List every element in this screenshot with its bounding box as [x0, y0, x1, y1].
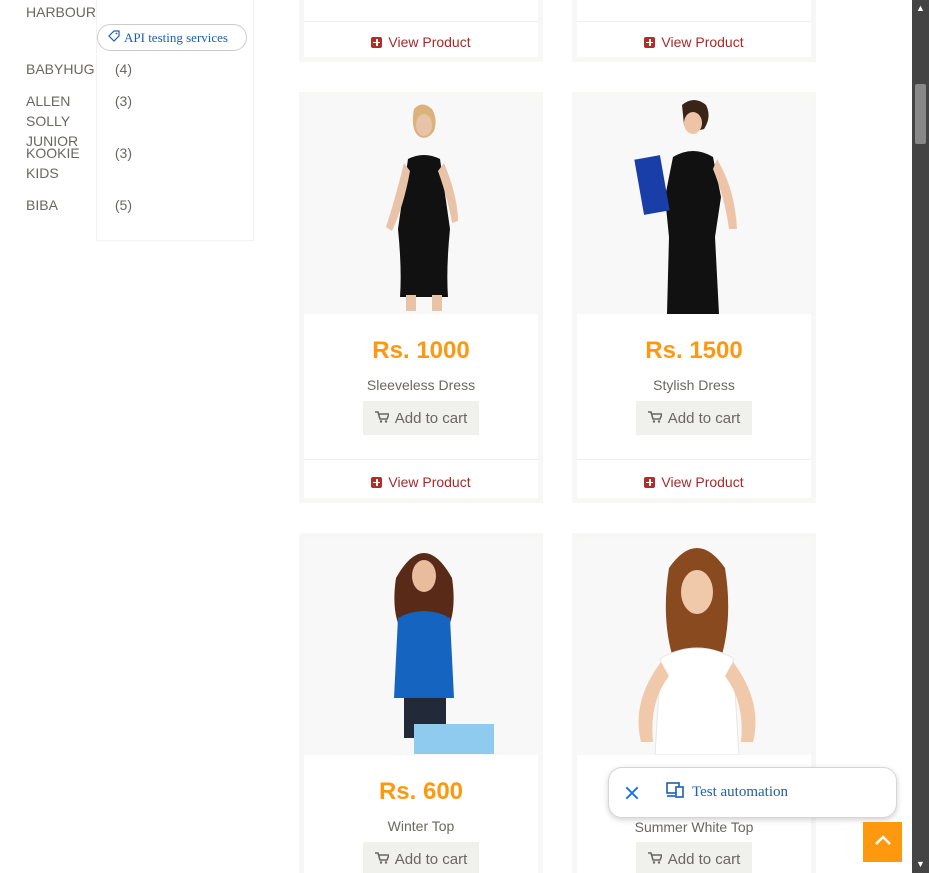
plus-square-icon [371, 36, 383, 48]
brand-name: BIBA [26, 197, 58, 213]
scroll-down-arrow[interactable]: ▼ [912, 856, 929, 873]
brand-item-harbour[interactable]: HARBOUR [26, 2, 136, 22]
scrollbar-thumb[interactable] [915, 84, 926, 144]
plus-square-icon [644, 36, 656, 48]
brand-item-biba[interactable]: BIBA (5) [26, 195, 136, 215]
product-card: Rs. 600 Winter Top Add to cart [299, 533, 543, 873]
product-image[interactable] [577, 97, 811, 314]
shopping-cart-icon [374, 410, 390, 427]
product-name: Stylish Dress [653, 377, 735, 393]
add-to-cart-label: Add to cart [394, 409, 468, 427]
brand-count: (3) [114, 93, 132, 109]
product-card: Rs. 1000 Sleeveless Dress Add to cart Vi… [299, 92, 543, 503]
shopping-cart-icon [374, 851, 390, 868]
product-name: Winter Top [387, 818, 455, 834]
brand-count: (5) [114, 197, 132, 213]
product-price: Rs. 1500 [645, 337, 743, 364]
add-to-cart-button[interactable]: Add to cart [636, 842, 752, 873]
api-chip-label: API testing services [124, 29, 228, 45]
brand-item-allen-solly-junior[interactable]: ALLEN SOLLY JUNIOR (3) [26, 91, 136, 151]
brand-name: HARBOUR [26, 4, 97, 20]
product-price: Rs. 1000 [372, 337, 470, 364]
brand-item-kookie-kids[interactable]: KOOKIE KIDS (3) [26, 143, 136, 183]
plus-square-icon [371, 476, 383, 488]
tag-icon [108, 29, 124, 46]
brand-name: ALLEN SOLLY JUNIOR [26, 93, 79, 149]
product-image[interactable] [577, 538, 811, 755]
api-testing-chip[interactable]: API testing services [97, 24, 247, 51]
view-product-link[interactable]: View Product [577, 34, 811, 50]
add-to-cart-button[interactable]: Add to cart [363, 401, 479, 435]
add-to-cart-label: Add to cart [394, 850, 468, 868]
plus-square-icon [644, 476, 656, 488]
card-divider [577, 21, 811, 22]
product-card: View Product [572, 0, 816, 62]
brand-name: KOOKIE KIDS [26, 145, 80, 181]
product-card: View Product [299, 0, 543, 62]
devices-icon [666, 782, 684, 803]
card-divider [577, 459, 811, 460]
test-automation-popup: Test automation [608, 767, 897, 818]
add-to-cart-button[interactable]: Add to cart [363, 842, 479, 873]
scroll-up-arrow[interactable]: ▲ [912, 0, 929, 17]
card-divider [304, 459, 538, 460]
product-card: Summer White Top Add to cart [572, 533, 816, 873]
view-product-label: View Product [388, 34, 471, 50]
product-image[interactable] [304, 97, 538, 314]
brand-count: (4) [114, 61, 132, 77]
brand-item-babyhug[interactable]: BABYHUG (4) [26, 59, 136, 79]
view-product-label: View Product [661, 474, 744, 490]
brand-count: (3) [114, 145, 132, 161]
scroll-to-top-button[interactable] [863, 822, 902, 862]
product-price: Rs. 600 [378, 778, 464, 805]
add-to-cart-button[interactable]: Add to cart [636, 401, 752, 435]
product-name: Sleeveless Dress [366, 377, 476, 393]
test-automation-link[interactable]: Test automation [692, 784, 788, 801]
add-to-cart-label: Add to cart [667, 850, 741, 868]
chevron-up-icon [874, 833, 892, 851]
shopping-cart-icon [647, 851, 663, 868]
add-to-cart-label: Add to cart [667, 409, 741, 427]
view-product-label: View Product [388, 474, 471, 490]
product-name: Summer White Top [634, 819, 754, 835]
brand-name: BABYHUG [26, 61, 95, 77]
product-image[interactable] [304, 538, 538, 755]
shopping-cart-icon [647, 410, 663, 427]
close-icon[interactable] [624, 785, 640, 801]
view-product-link[interactable]: View Product [577, 474, 811, 490]
card-divider [304, 21, 538, 22]
view-product-link[interactable]: View Product [304, 34, 538, 50]
product-card: Rs. 1500 Stylish Dress Add to cart View … [572, 92, 816, 503]
view-product-link[interactable]: View Product [304, 474, 538, 490]
view-product-label: View Product [661, 34, 744, 50]
